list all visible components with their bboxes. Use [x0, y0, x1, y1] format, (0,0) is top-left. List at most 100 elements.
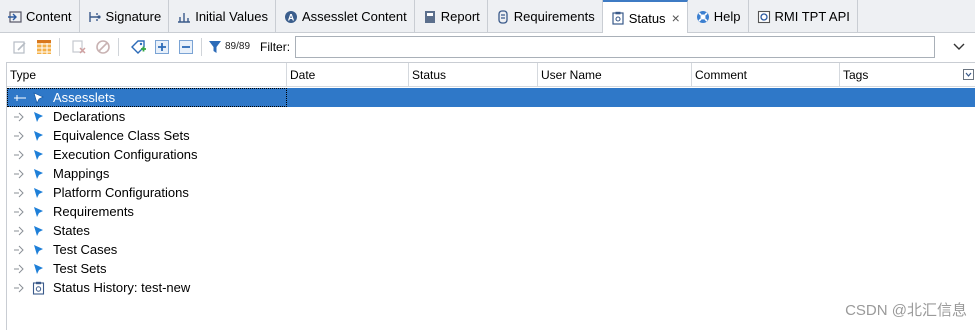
pin-icon — [31, 205, 45, 219]
type-cell: Status History: test-new — [7, 278, 287, 297]
history-icon — [31, 281, 45, 295]
tab-rmi-tpt-api[interactable]: RMI TPT API — [749, 0, 858, 33]
row-label: Equivalence Class Sets — [53, 128, 190, 143]
type-cell: Test Cases — [7, 240, 287, 259]
type-cell: Assesslets — [7, 88, 287, 107]
watermark-text: CSDN @北汇信息 — [845, 302, 967, 319]
type-cell: Mappings — [7, 164, 287, 183]
tab-label: RMI TPT API — [774, 9, 850, 24]
status-tree-table: Type Date Status User Name Comment Tags … — [6, 62, 975, 330]
grid-view-icon[interactable] — [34, 37, 54, 57]
tree-expander-icon[interactable] — [11, 107, 29, 126]
column-menu-icon[interactable] — [962, 67, 974, 81]
table-row[interactable]: States — [7, 221, 975, 240]
pin-icon — [31, 186, 45, 200]
tab-signature[interactable]: Signature — [80, 0, 170, 33]
tab-label: Requirements — [513, 9, 595, 24]
tree-expander-icon[interactable] — [11, 183, 29, 202]
table-row[interactable]: Declarations — [7, 107, 975, 126]
tree-expander-icon[interactable] — [11, 202, 29, 221]
type-cell: States — [7, 221, 287, 240]
row-label: Test Cases — [53, 242, 118, 257]
column-header-user-name[interactable]: User Name — [538, 63, 692, 87]
tab-report[interactable]: Report — [415, 0, 488, 33]
tab-label: Initial Values — [195, 9, 268, 24]
table-row[interactable]: Platform Configurations — [7, 183, 975, 202]
tab-assesslet-content[interactable]: A Assesslet Content — [276, 0, 415, 33]
status-icon — [611, 11, 625, 25]
assesslet-icon: A — [284, 10, 298, 24]
pin-icon — [31, 224, 45, 238]
table-row[interactable]: Test Sets — [7, 259, 975, 278]
pin-icon — [31, 110, 45, 124]
tree-expander-icon[interactable] — [11, 164, 29, 183]
row-label: Requirements — [53, 204, 134, 219]
tab-requirements[interactable]: Requirements — [488, 0, 603, 33]
pin-icon — [31, 129, 45, 143]
tree-expander-icon[interactable] — [11, 145, 29, 164]
table-header: Type Date Status User Name Comment Tags — [7, 63, 975, 87]
pin-icon — [31, 148, 45, 162]
tab-content[interactable]: Content — [0, 0, 80, 33]
edit-icon[interactable] — [10, 37, 30, 57]
tab-label: Report — [440, 9, 480, 24]
initial-values-icon — [177, 10, 191, 24]
filter-icon[interactable] — [207, 37, 223, 57]
table-row[interactable]: Equivalence Class Sets — [7, 126, 975, 145]
row-label: Test Sets — [53, 261, 107, 276]
tab-label: Signature — [105, 9, 162, 24]
type-cell: Platform Configurations — [7, 183, 287, 202]
expand-all-icon[interactable] — [152, 37, 172, 57]
collapse-all-icon[interactable] — [176, 37, 196, 57]
tree-expander-icon[interactable] — [11, 221, 29, 240]
toolbar-divider — [201, 37, 202, 56]
column-header-tags[interactable]: Tags — [840, 63, 958, 87]
tab-help[interactable]: Help — [688, 0, 749, 33]
tab-status[interactable]: Status × — [602, 0, 688, 34]
row-label: Declarations — [53, 109, 126, 124]
close-icon[interactable]: × — [672, 10, 680, 26]
chevron-down-icon[interactable] — [948, 36, 970, 58]
row-label: Mappings — [53, 166, 110, 181]
column-header-date[interactable]: Date — [287, 63, 409, 87]
tab-initial-values[interactable]: Initial Values — [169, 0, 276, 33]
report-icon — [423, 10, 437, 24]
delete-icon[interactable] — [69, 37, 89, 57]
help-icon — [696, 10, 710, 24]
table-row[interactable]: Assesslets — [7, 88, 975, 107]
tree-expander-icon[interactable] — [11, 259, 29, 278]
column-header-comment[interactable]: Comment — [692, 63, 840, 87]
toolbar-divider — [59, 37, 60, 56]
row-label: Status History: test-new — [53, 280, 191, 295]
row-label: Platform Configurations — [53, 185, 189, 200]
tree-expander-icon[interactable] — [11, 88, 29, 107]
row-label: States — [53, 223, 90, 238]
type-cell: Declarations — [7, 107, 287, 126]
pin-icon — [31, 167, 45, 181]
tab-label: Assesslet Content — [301, 9, 407, 24]
row-label: Assesslets — [53, 90, 116, 105]
tree-expander-icon[interactable] — [11, 126, 29, 145]
requirements-icon — [496, 9, 510, 24]
table-row[interactable]: Execution Configurations — [7, 145, 975, 164]
toolbar-divider — [118, 37, 119, 56]
tree-expander-icon[interactable] — [11, 240, 29, 259]
column-header-status[interactable]: Status — [409, 63, 538, 87]
table-row[interactable]: Test Cases — [7, 240, 975, 259]
filter-input[interactable] — [295, 35, 936, 58]
tree-expander-icon[interactable] — [11, 278, 29, 297]
block-icon[interactable] — [93, 37, 113, 57]
api-icon — [757, 10, 771, 24]
tab-label: Help — [713, 9, 741, 24]
column-header-type[interactable]: Type — [7, 63, 287, 87]
pin-icon — [31, 262, 45, 276]
svg-text:A: A — [288, 12, 295, 22]
filter-label: Filter: — [260, 39, 291, 54]
type-cell: Test Sets — [7, 259, 287, 278]
pin-icon — [31, 243, 45, 257]
add-tag-icon[interactable] — [128, 37, 148, 57]
table-row[interactable]: Requirements — [7, 202, 975, 221]
tab-label: Status — [628, 10, 666, 26]
table-row[interactable]: Status History: test-new — [7, 278, 975, 297]
table-row[interactable]: Mappings — [7, 164, 975, 183]
